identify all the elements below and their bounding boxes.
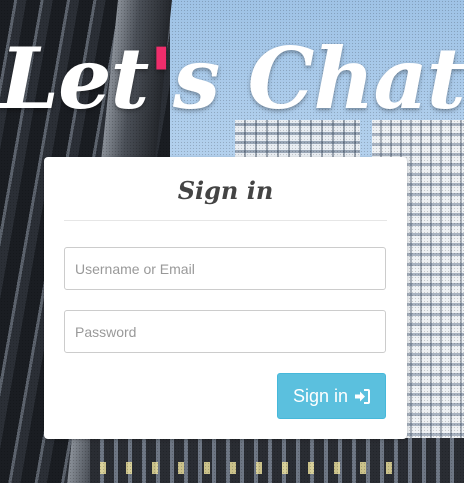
sign-in-button[interactable]: Sign in [277, 373, 386, 419]
title-divider [64, 220, 387, 221]
sign-in-icon [354, 388, 371, 404]
password-input[interactable] [64, 310, 386, 353]
building-lights [100, 462, 400, 474]
logo-text-part2: s Chat [173, 29, 464, 128]
building-bottom [90, 438, 464, 483]
logo-apostrophe: ' [148, 29, 174, 128]
username-input[interactable] [64, 247, 386, 290]
sign-in-panel: Sign in Sign in [44, 157, 407, 439]
logo-text-part1: Let [0, 29, 149, 128]
sign-in-title: Sign in [177, 176, 274, 205]
sign-in-button-label: Sign in [292, 385, 349, 406]
app-logo: Let's Chat [0, 24, 464, 134]
